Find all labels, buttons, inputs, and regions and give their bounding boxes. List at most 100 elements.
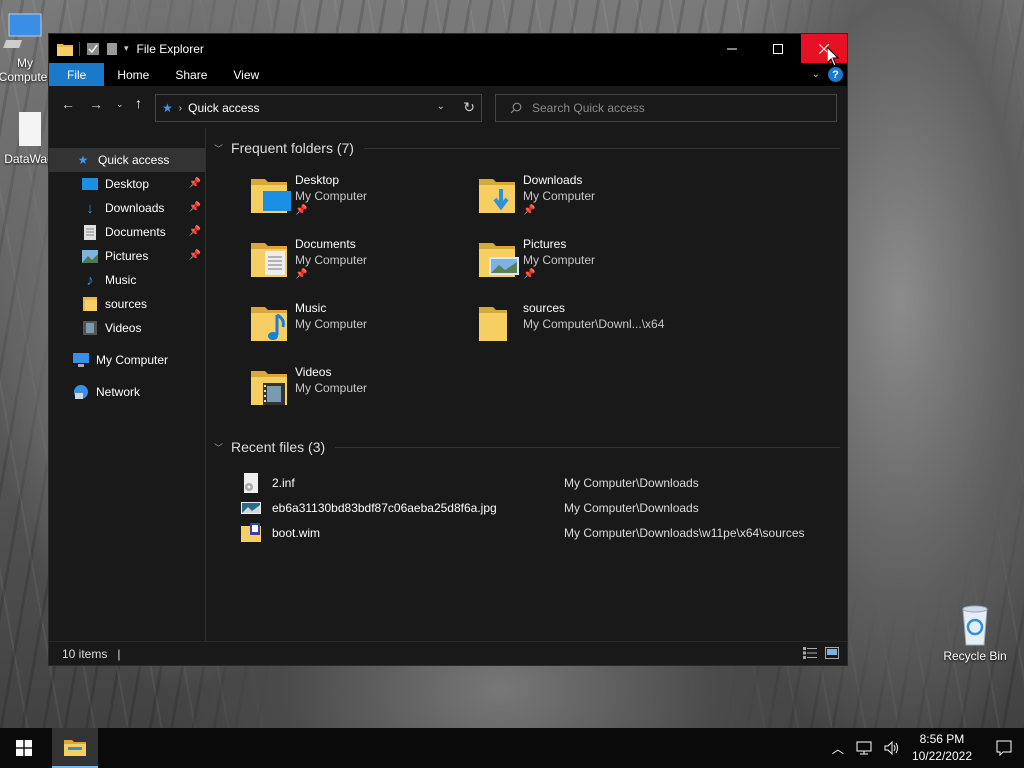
address-bar[interactable]: ★ › Quick access ⌄ ↻ xyxy=(155,94,482,122)
nav-item-music[interactable]: ♪ Music xyxy=(49,268,205,292)
recent-files-header[interactable]: ﹀ Recent files (3) xyxy=(214,439,840,455)
settings-file-icon xyxy=(244,473,258,493)
desktop-icon xyxy=(82,176,98,192)
folder-tile-pictures[interactable]: Pictures My Computer 📌 xyxy=(477,235,697,295)
folder-location: My Computer xyxy=(523,189,596,203)
maximize-button[interactable] xyxy=(755,34,801,63)
file-path: My Computer\Downloads xyxy=(564,501,699,515)
breadcrumb-chevron-icon[interactable]: › xyxy=(179,103,182,114)
nav-item-label: sources xyxy=(105,297,148,311)
recent-file-row[interactable]: eb6a31130bd83bdf87c06aeba25d8f6a.jpg My … xyxy=(240,496,840,520)
folder-tile-music[interactable]: Music My Computer xyxy=(249,299,469,359)
folder-name: Documents xyxy=(295,237,356,251)
folder-tile-desktop[interactable]: Desktop My Computer 📌 xyxy=(249,171,469,231)
nav-item-sources[interactable]: sources xyxy=(49,292,205,316)
nav-item-quick-access[interactable]: ★ Quick access xyxy=(49,148,205,172)
nav-item-videos[interactable]: Videos xyxy=(49,316,205,340)
pin-icon: 📌 xyxy=(188,178,201,189)
nav-item-pictures[interactable]: Pictures 📌 xyxy=(49,244,205,268)
search-box[interactable] xyxy=(495,94,837,122)
videos-icon xyxy=(82,320,98,336)
ribbon-expand-icon[interactable]: ⌄ xyxy=(812,69,820,80)
minimize-button[interactable] xyxy=(709,34,755,63)
nav-item-downloads[interactable]: ↓ Downloads 📌 xyxy=(49,196,205,220)
tab-share[interactable]: Share xyxy=(162,63,220,86)
group-header-label: Frequent folders (7) xyxy=(231,140,354,156)
taskbar: ︿ 8:56 PM 10/22/2022 xyxy=(0,728,1024,768)
chevron-up-icon[interactable]: ︿ xyxy=(832,740,844,757)
recent-locations-icon[interactable]: ⌄ xyxy=(116,99,124,110)
folder-name: Pictures xyxy=(523,237,567,251)
computer-icon xyxy=(73,352,89,368)
nav-item-label: Documents xyxy=(105,225,166,239)
up-button[interactable]: ↑ xyxy=(135,95,142,111)
clock-time: 8:56 PM xyxy=(919,732,965,746)
minimize-icon xyxy=(727,48,737,49)
folder-location: My Computer\Downl...\x64 xyxy=(523,317,665,331)
close-button[interactable] xyxy=(801,34,847,63)
system-tray: ︿ 8:56 PM 10/22/2022 xyxy=(826,728,1024,768)
title-bar[interactable]: ▾ File Explorer xyxy=(49,34,847,63)
nav-item-label: Pictures xyxy=(105,249,149,263)
divider xyxy=(363,147,840,149)
network-icon xyxy=(73,384,89,400)
recent-file-row[interactable]: boot.wim My Computer\Downloads\w11pe\x64… xyxy=(240,521,840,545)
desktop-icon-recycle-bin[interactable]: Recycle Bin xyxy=(940,603,1010,663)
tab-home[interactable]: Home xyxy=(104,63,162,86)
taskbar-file-explorer[interactable] xyxy=(52,728,98,768)
tab-file[interactable]: File xyxy=(49,63,105,86)
folder-icon xyxy=(82,296,98,312)
qat-dropdown-icon[interactable]: ▾ xyxy=(124,43,129,54)
folder-tile-videos[interactable]: Videos My Computer xyxy=(249,363,469,423)
divider xyxy=(335,446,840,448)
help-icon[interactable]: ? xyxy=(828,67,843,82)
clock[interactable]: 8:56 PM 10/22/2022 xyxy=(912,731,972,765)
refresh-icon[interactable]: ↻ xyxy=(463,99,475,116)
nav-item-my-computer[interactable]: My Computer xyxy=(49,348,205,372)
desktop-folder-icon xyxy=(251,179,291,213)
action-center-button[interactable] xyxy=(984,728,1024,768)
folder-location: My Computer xyxy=(295,317,368,331)
nav-item-network[interactable]: Network xyxy=(49,380,205,404)
folder-tile-documents[interactable]: Documents My Computer 📌 xyxy=(249,235,469,295)
recycle-bin-icon xyxy=(962,605,988,646)
pin-icon: 📌 xyxy=(295,269,308,280)
breadcrumb-quick-access[interactable]: Quick access xyxy=(188,101,259,115)
content-pane: ﹀ Frequent folders (7) Desktop My Comput… xyxy=(206,128,847,642)
folder-name: sources xyxy=(523,301,566,315)
details-view-icon[interactable] xyxy=(803,647,817,659)
properties-icon[interactable] xyxy=(86,42,100,56)
tab-view[interactable]: View xyxy=(220,63,272,86)
folder-location: My Computer xyxy=(295,189,368,203)
address-dropdown-icon[interactable]: ⌄ xyxy=(437,101,445,112)
clock-date: 10/22/2022 xyxy=(911,749,972,763)
folder-tile-sources[interactable]: sources My Computer\Downl...\x64 xyxy=(477,299,697,359)
nav-item-desktop[interactable]: Desktop 📌 xyxy=(49,172,205,196)
recent-file-row[interactable]: 2.inf My Computer\Downloads xyxy=(240,471,840,495)
maximize-icon xyxy=(773,43,783,54)
back-button[interactable]: ← xyxy=(61,96,75,112)
folder-icon xyxy=(57,43,73,56)
start-button[interactable] xyxy=(0,728,48,768)
search-input[interactable] xyxy=(532,101,812,115)
folder-icon xyxy=(64,740,86,756)
tiles-view-icon[interactable] xyxy=(825,647,839,659)
ribbon-tabs: File Home Share View ⌄ ? xyxy=(49,63,847,86)
nav-item-documents[interactable]: Documents 📌 xyxy=(49,220,205,244)
search-icon xyxy=(510,102,522,114)
pin-icon: 📌 xyxy=(523,205,536,216)
network-status-icon[interactable] xyxy=(856,741,872,755)
notification-icon xyxy=(996,740,1012,756)
star-icon: ★ xyxy=(77,153,89,167)
navigation-pane: ★ Quick access Desktop 📌 ↓ Downloads 📌 D… xyxy=(49,128,206,642)
new-folder-icon[interactable] xyxy=(106,42,118,56)
downloads-icon: ↓ xyxy=(86,199,94,217)
folder-icon xyxy=(479,307,507,341)
folder-tile-downloads[interactable]: Downloads My Computer 📌 xyxy=(477,171,697,231)
volume-icon[interactable] xyxy=(884,741,900,755)
videos-folder-icon xyxy=(251,371,287,405)
frequent-folders-header[interactable]: ﹀ Frequent folders (7) xyxy=(214,140,840,156)
forward-button[interactable]: → xyxy=(89,96,103,112)
nav-item-label: Quick access xyxy=(98,153,170,167)
desktop-icon-label: My Computer xyxy=(0,56,52,84)
